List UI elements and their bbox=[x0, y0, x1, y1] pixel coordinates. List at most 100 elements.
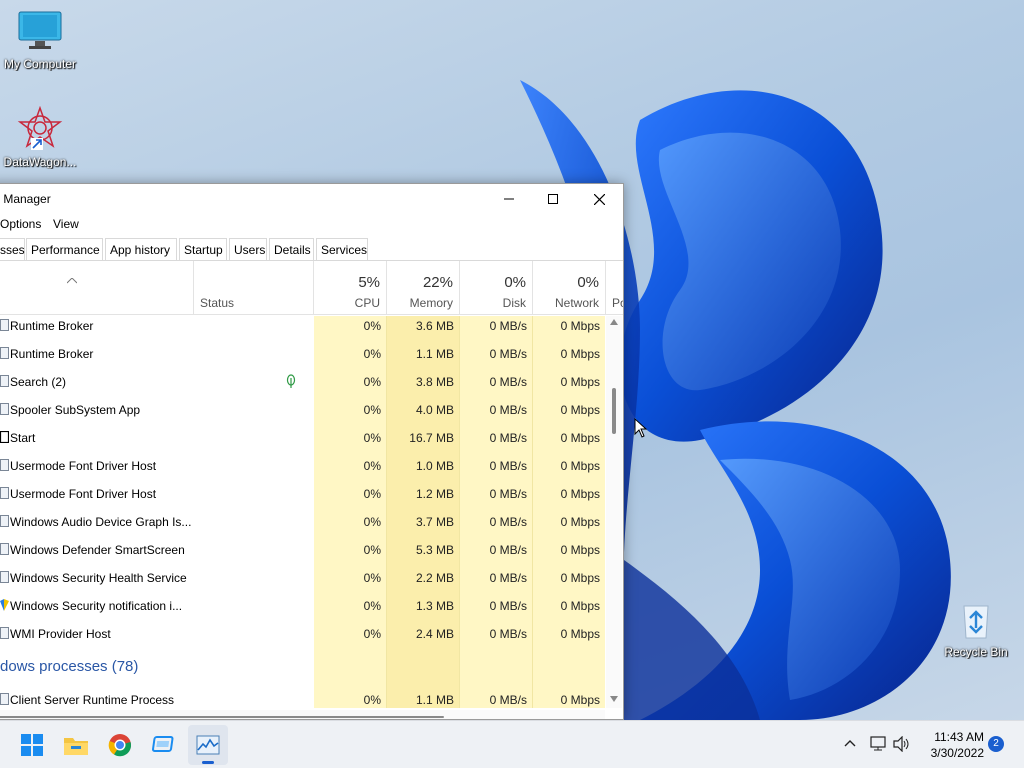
taskbar-task-manager[interactable] bbox=[188, 725, 228, 765]
tab-services[interactable]: Services bbox=[316, 238, 368, 260]
process-cpu: 0% bbox=[363, 347, 381, 361]
process-disk: 0 MB/s bbox=[489, 459, 527, 473]
process-mem: 1.1 MB bbox=[415, 693, 454, 707]
process-name: Spooler SubSystem App bbox=[10, 403, 141, 417]
process-name: Search (2) bbox=[10, 375, 67, 389]
process-name: WMI Provider Host bbox=[10, 627, 111, 641]
table-row[interactable]: WMI Provider Host 0% 2.4 MB 0 MB/s 0 Mbps bbox=[0, 624, 605, 652]
process-disk: 0 MB/s bbox=[489, 543, 527, 557]
desktop-icon-recycle-bin[interactable]: Recycle Bin bbox=[936, 600, 1016, 659]
desktop-icon-datawagon[interactable]: DataWagon... bbox=[0, 105, 80, 169]
table-row[interactable]: Windows Security notification i... 0% 1.3 … bbox=[0, 596, 605, 624]
horizontal-scrollbar[interactable] bbox=[0, 710, 605, 719]
taskbar-app[interactable] bbox=[144, 725, 184, 765]
close-button[interactable] bbox=[576, 184, 622, 214]
table-row[interactable]: Runtime Broker 0% 1.1 MB 0 MB/s 0 Mbps bbox=[0, 344, 605, 372]
process-disk: 0 MB/s bbox=[489, 347, 527, 361]
process-name: Windows Security notification i... bbox=[10, 599, 183, 613]
tab-performance[interactable]: Performance bbox=[26, 238, 103, 260]
group-header-label: dows processes (78) bbox=[0, 658, 139, 675]
scroll-up-arrow-icon[interactable] bbox=[610, 319, 618, 325]
process-mem: 4.0 MB bbox=[415, 403, 454, 417]
process-disk: 0 MB/s bbox=[489, 319, 527, 333]
sort-chevron-up-icon bbox=[67, 278, 77, 284]
column-header-power[interactable]: Po bbox=[606, 261, 623, 315]
process-icon bbox=[0, 403, 9, 415]
process-icon bbox=[0, 319, 9, 331]
table-row[interactable]: Runtime Broker 0% 3.6 MB 0 MB/s 0 Mbps bbox=[0, 316, 605, 344]
process-disk: 0 MB/s bbox=[489, 627, 527, 641]
process-cpu: 0% bbox=[363, 375, 381, 389]
scroll-down-arrow-icon[interactable] bbox=[610, 696, 618, 702]
minimize-button[interactable] bbox=[486, 184, 532, 214]
table-row[interactable]: Client Server Runtime Process 0% 1.1 MB 0 M… bbox=[0, 690, 605, 708]
process-net: 0 Mbps bbox=[560, 375, 600, 389]
process-net: 0 Mbps bbox=[560, 543, 600, 557]
process-disk: 0 MB/s bbox=[489, 693, 527, 707]
taskbar-start-button[interactable] bbox=[12, 725, 52, 765]
table-row[interactable]: Windows Security Health Service 0% 2.2 MB 0… bbox=[0, 568, 605, 596]
scrollbar-thumb[interactable] bbox=[612, 388, 616, 434]
taskbar-chrome[interactable] bbox=[100, 725, 140, 765]
tab-app-history[interactable]: App history bbox=[105, 238, 177, 260]
status-column-label: Status bbox=[200, 296, 235, 310]
tab-processes[interactable]: sses bbox=[0, 238, 25, 260]
column-header-name[interactable] bbox=[0, 261, 194, 315]
column-header-status[interactable]: Status bbox=[194, 261, 314, 315]
process-disk: 0 MB/s bbox=[489, 487, 527, 501]
table-row[interactable]: Windows Audio Device Graph Is... 0% 3.7 MB… bbox=[0, 512, 605, 540]
chevron-up-icon[interactable] bbox=[844, 739, 856, 747]
task-manager-window[interactable]: sk Manager Options View sses Performance… bbox=[0, 183, 624, 720]
network-icon[interactable] bbox=[869, 736, 887, 752]
process-icon bbox=[0, 571, 9, 583]
table-row[interactable]: Spooler SubSystem App 0% 4.0 MB 0 MB/s 0 Mbp… bbox=[0, 400, 605, 428]
process-net: 0 Mbps bbox=[560, 487, 600, 501]
menu-options[interactable]: Options bbox=[0, 217, 41, 231]
tab-startup[interactable]: Startup bbox=[179, 238, 227, 260]
process-icon bbox=[0, 347, 9, 359]
title-bar[interactable]: sk Manager bbox=[0, 184, 623, 214]
horizontal-scrollbar-thumb[interactable] bbox=[0, 716, 444, 718]
process-net: 0 Mbps bbox=[560, 571, 600, 585]
process-cpu: 0% bbox=[363, 403, 381, 417]
process-net: 0 Mbps bbox=[560, 459, 600, 473]
process-name: Runtime Broker bbox=[10, 347, 94, 361]
process-net: 0 Mbps bbox=[560, 515, 600, 529]
process-cpu: 0% bbox=[363, 515, 381, 529]
taskbar-file-explorer[interactable] bbox=[56, 725, 96, 765]
desktop-icon-label: Recycle Bin bbox=[944, 645, 1008, 659]
volume-icon[interactable] bbox=[893, 736, 911, 752]
process-cpu: 0% bbox=[363, 487, 381, 501]
column-header-cpu[interactable]: 5% CPU bbox=[314, 261, 387, 315]
column-header-disk[interactable]: 0% Disk bbox=[460, 261, 533, 315]
desktop-icon-my-computer[interactable]: My Computer bbox=[0, 10, 80, 71]
menu-view[interactable]: View bbox=[53, 217, 79, 231]
desktop-icon-label: My Computer bbox=[3, 57, 77, 71]
process-net: 0 Mbps bbox=[560, 403, 600, 417]
maximize-button[interactable] bbox=[530, 184, 576, 214]
column-header-network[interactable]: 0% Network bbox=[533, 261, 606, 315]
table-row[interactable]: Windows Defender SmartScreen 0% 5.3 MB 0 MB… bbox=[0, 540, 605, 568]
tab-users[interactable]: Users bbox=[229, 238, 267, 260]
process-icon bbox=[0, 459, 9, 471]
process-icon bbox=[0, 515, 9, 527]
vertical-scrollbar[interactable] bbox=[606, 316, 622, 708]
table-row[interactable]: Search (2) 0% 3.8 MB 0 MB/s 0 Mbps bbox=[0, 372, 605, 400]
notification-badge[interactable]: 2 bbox=[988, 736, 1004, 752]
process-icon bbox=[0, 627, 9, 639]
table-row[interactable]: Start 0% 16.7 MB 0 MB/s 0 Mbps bbox=[0, 428, 605, 456]
column-header-memory[interactable]: 22% Memory bbox=[387, 261, 460, 315]
table-row[interactable]: Usermode Font Driver Host 0% 1.0 MB 0 MB/s 0… bbox=[0, 456, 605, 484]
process-icon bbox=[0, 375, 9, 387]
process-disk: 0 MB/s bbox=[489, 375, 527, 389]
system-clock[interactable]: 11:43 AM 3/30/2022 bbox=[931, 729, 984, 761]
power-label-partial: Po bbox=[612, 296, 623, 310]
process-icon bbox=[0, 543, 9, 555]
table-row[interactable]: Usermode Font Driver Host 0% 1.2 MB 0 MB/s 0… bbox=[0, 484, 605, 512]
process-net: 0 Mbps bbox=[560, 599, 600, 613]
process-disk: 0 MB/s bbox=[489, 571, 527, 585]
group-header-windows-processes[interactable]: dows processes (78) bbox=[0, 652, 605, 690]
disk-label: Disk bbox=[502, 296, 526, 310]
desktop: My Computer DataWagon... Recycle Bin sk … bbox=[0, 0, 1024, 720]
tab-details[interactable]: Details bbox=[269, 238, 314, 260]
